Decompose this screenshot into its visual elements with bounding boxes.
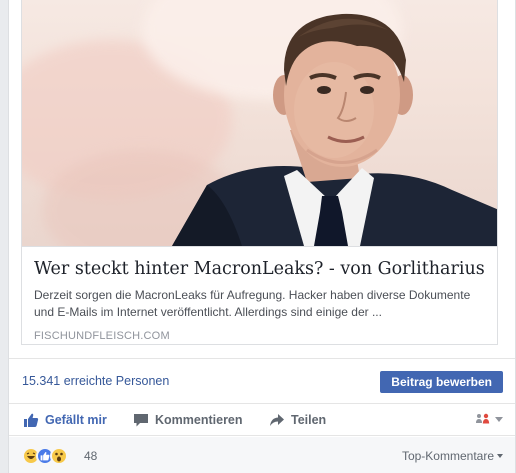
share-button[interactable]: Teilen [269,411,326,429]
reach-bar: 15.341 erreichte Personen Beitrag bewerb… [9,358,515,404]
share-label: Teilen [291,413,327,427]
comment-label: Kommentieren [155,413,243,427]
comment-button[interactable]: Kommentieren [133,411,243,429]
reach-count-link[interactable]: 15.341 erreichte Personen [22,374,169,388]
audience-selector[interactable] [475,412,503,426]
comment-sort-dropdown[interactable]: Top-Kommentare [402,449,503,463]
link-preview-image[interactable] [22,0,497,246]
share-arrow-icon [270,414,284,426]
speaker-photo [172,13,497,246]
audience-icon [476,413,490,424]
post: Wer steckt hinter MacronLeaks? - von Gor… [8,0,516,473]
link-preview-card[interactable]: Wer steckt hinter MacronLeaks? - von Gor… [21,0,498,345]
like-label: Gefällt mir [45,413,107,427]
caret-down-icon [495,416,503,422]
link-title[interactable]: Wer steckt hinter MacronLeaks? - von Gor… [34,257,485,281]
reaction-count[interactable]: 48 [84,449,97,463]
like-button[interactable]: Gefällt mir [23,411,107,429]
wow-reaction-icon [50,447,68,465]
comment-icon [134,414,148,427]
post-actions-bar: Gefällt mir Kommentieren Teilen [9,404,515,436]
thumbs-up-icon [24,413,39,427]
caret-down-icon [497,454,503,458]
link-source-domain: FISCHUNDFLEISCH.COM [34,330,170,342]
reaction-icons[interactable] [22,447,68,465]
reactions-summary: 48 Top-Kommentare [9,437,515,473]
comment-sort-label: Top-Kommentare [401,449,494,463]
boost-post-button[interactable]: Beitrag bewerben [380,371,503,393]
link-description: Derzeit sorgen die MacronLeaks für Aufre… [34,288,471,319]
